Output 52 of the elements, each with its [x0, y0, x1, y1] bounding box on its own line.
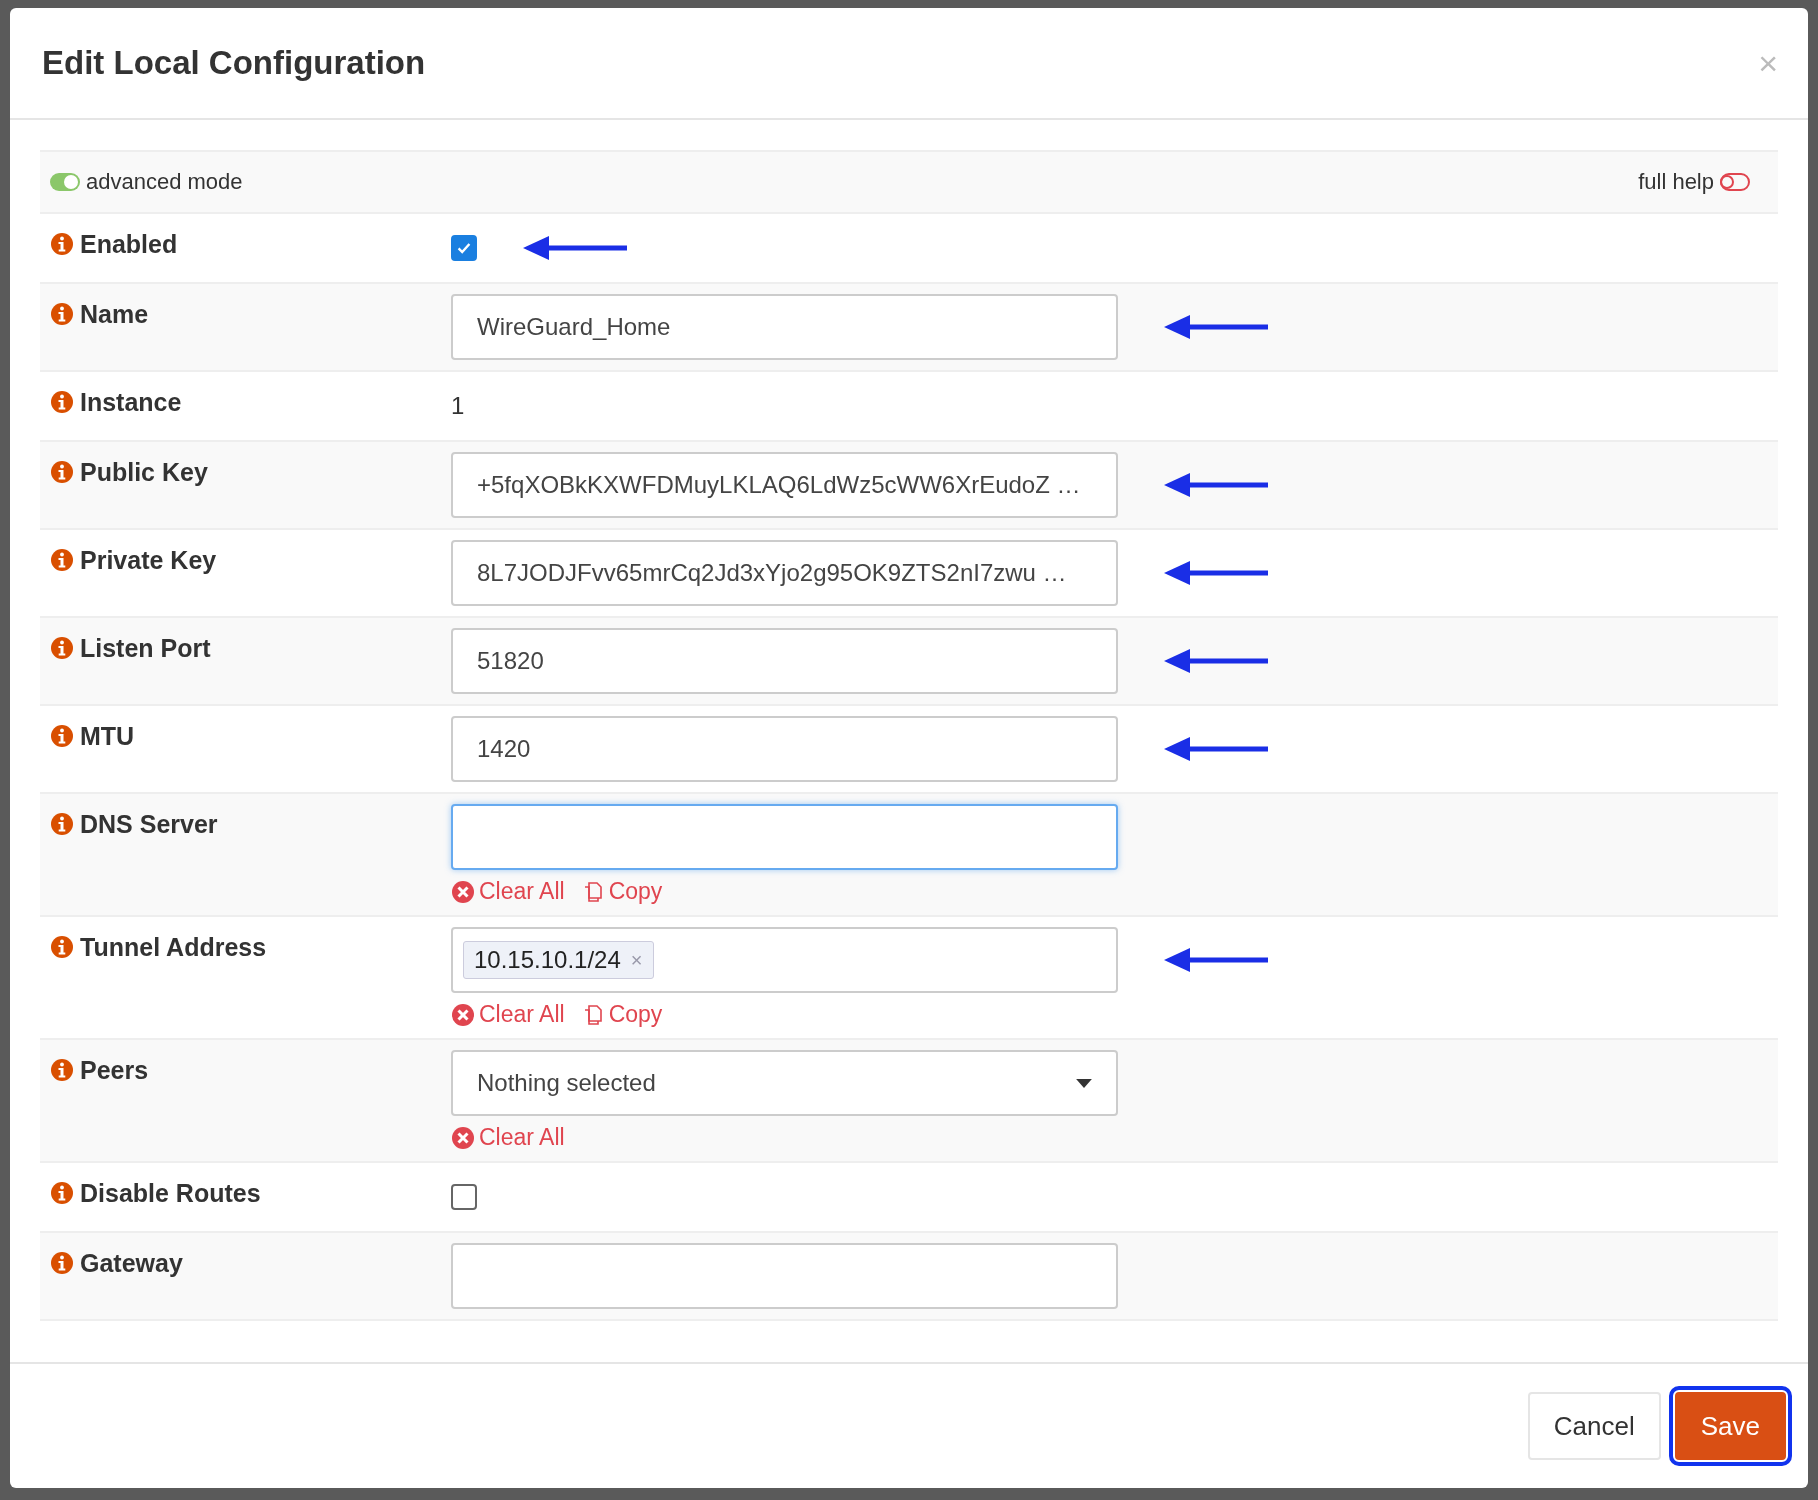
info-icon[interactable] [50, 460, 74, 484]
copy-link[interactable]: Copy [580, 878, 663, 905]
clear-icon [451, 1125, 475, 1150]
info-icon[interactable] [50, 390, 74, 414]
field-label: Peers [80, 1056, 149, 1085]
info-icon[interactable] [50, 1058, 74, 1082]
field-label: Instance [80, 388, 182, 417]
tokens-field[interactable] [451, 804, 1118, 870]
info-icon[interactable] [50, 1251, 74, 1275]
field-label: Public Key [80, 458, 208, 487]
text-field[interactable] [451, 1243, 1118, 1309]
info-icon[interactable] [50, 1181, 74, 1205]
text-field[interactable]: WireGuard_Home [451, 294, 1118, 360]
info-icon[interactable] [50, 548, 74, 572]
clear-all-link[interactable]: Clear All [451, 878, 565, 905]
field-label: MTU [80, 722, 135, 751]
field-label: Name [80, 300, 149, 329]
clear-all-link[interactable]: Clear All [451, 1124, 565, 1151]
checkbox[interactable] [451, 235, 477, 261]
text-field[interactable]: 8L7JODJFvv65mrCq2Jd3xYjo2g95OK9ZTS2nI7zwu … [451, 540, 1118, 606]
field-label: Tunnel Address [80, 933, 267, 962]
cancel-button[interactable]: Cancel [1527, 1392, 1661, 1460]
tokens-field[interactable]: 10.15.10.1/24 × [451, 927, 1118, 993]
text-field[interactable]: +5fqXOBkKXWFDMuyLKLAQ6LdWz5cWW6XrEudoZ … [451, 452, 1118, 518]
dialog-title: Edit Local Configuration [42, 44, 426, 82]
advanced-mode-toggle[interactable] [50, 173, 80, 191]
field-label: Private Key [80, 546, 217, 575]
info-icon[interactable] [50, 302, 74, 326]
info-icon[interactable] [50, 935, 74, 959]
clear-all-link[interactable]: Clear All [451, 1001, 565, 1028]
full-help-toggle[interactable] [1720, 173, 1750, 191]
copy-link[interactable]: Copy [580, 1001, 663, 1028]
field-label: DNS Server [80, 810, 218, 839]
checkbox[interactable] [451, 1184, 477, 1210]
field-label: Disable Routes [80, 1179, 261, 1208]
info-icon[interactable] [50, 724, 74, 748]
advanced-mode-label: advanced mode [86, 169, 243, 195]
address-tag: 10.15.10.1/24 × [463, 941, 654, 979]
clear-icon [451, 1002, 475, 1027]
peers-dropdown[interactable]: Nothing selected [451, 1050, 1118, 1116]
info-icon[interactable] [50, 812, 74, 836]
full-help-label: full help [1638, 169, 1714, 195]
info-icon[interactable] [50, 232, 74, 256]
text-field[interactable]: 51820 [451, 628, 1118, 694]
field-label: Enabled [80, 230, 178, 259]
info-icon[interactable] [50, 636, 74, 660]
text-field[interactable]: 1420 [451, 716, 1118, 782]
caret-icon [1076, 1078, 1092, 1088]
field-label: Gateway [80, 1249, 183, 1278]
field-label: Listen Port [80, 634, 211, 663]
clear-icon [451, 879, 475, 904]
field-value: 1 [451, 391, 465, 421]
